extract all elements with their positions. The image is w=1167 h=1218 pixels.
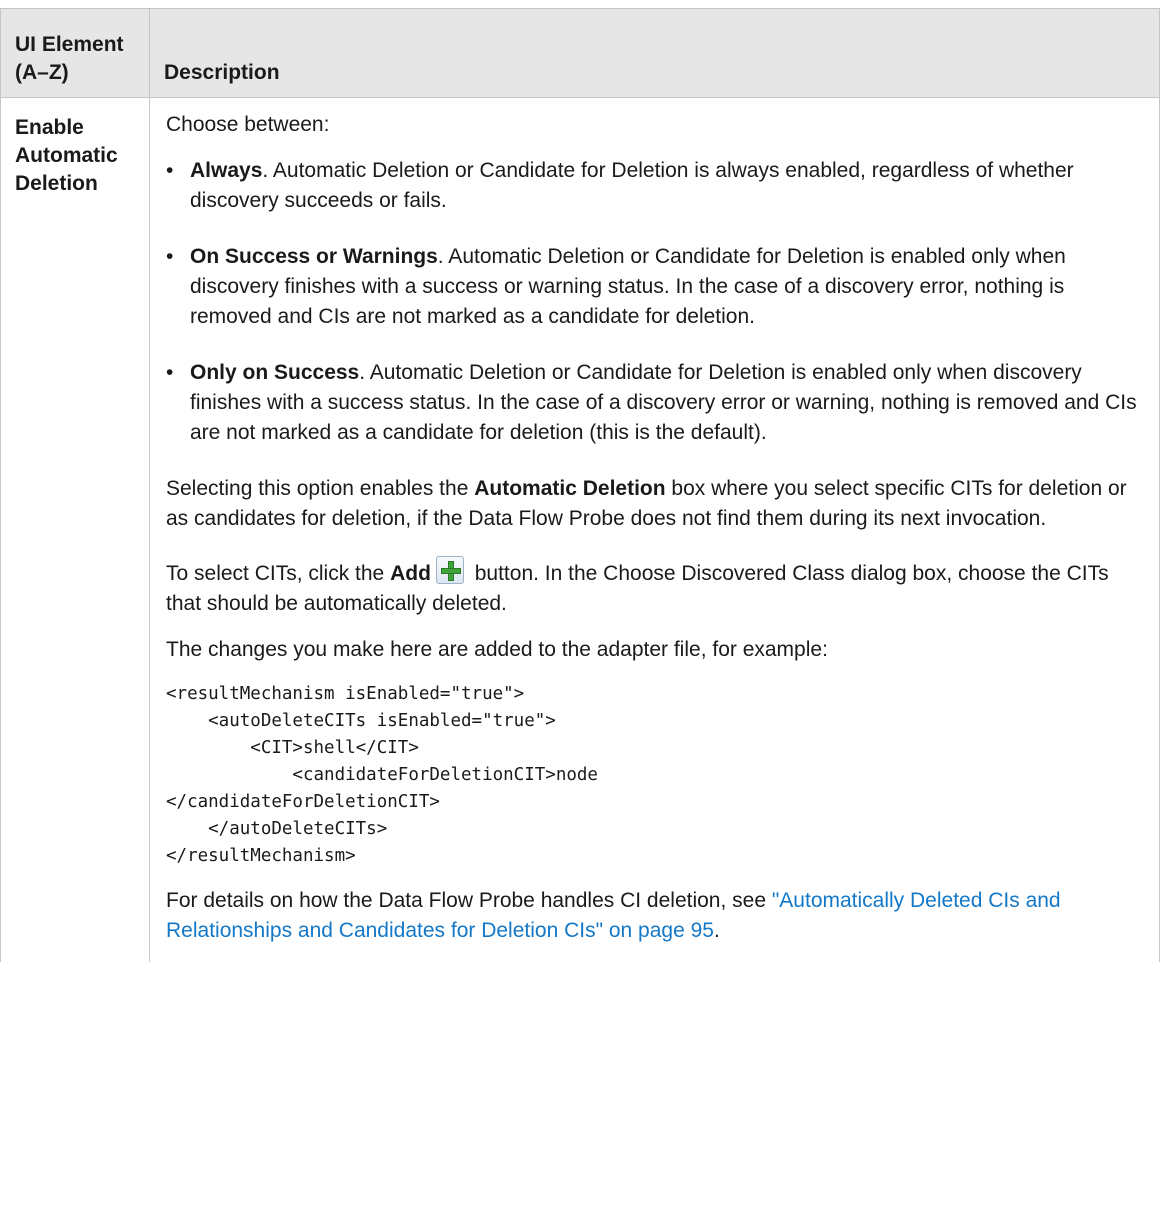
selecting-text: Selecting this option enables the: [166, 477, 475, 500]
add-bold: Add: [390, 562, 431, 585]
element-name: Enable Automatic Deletion: [15, 116, 118, 195]
table-row: Enable Automatic Deletion Choose between…: [0, 97, 1160, 962]
bullet-icon: •: [166, 361, 174, 384]
add-paragraph: To select CITs, click the Add button. In…: [166, 556, 1143, 619]
header-description: Description: [149, 8, 1160, 98]
add-icon: [435, 556, 464, 584]
bullet-icon: •: [166, 245, 174, 268]
intro-text: Choose between:: [166, 113, 330, 136]
bullet-icon: •: [166, 159, 174, 182]
list-item: • Only on Success. Automatic Deletion or…: [166, 358, 1143, 448]
ui-element-table: UI Element (A–Z) Description Enable Auto…: [0, 8, 1160, 962]
code-sample: <resultMechanism isEnabled="true"> <auto…: [166, 684, 598, 866]
option-term: Always: [190, 159, 263, 182]
option-term: On Success or Warnings: [190, 245, 438, 268]
header-ui-element: UI Element (A–Z): [0, 8, 150, 98]
details-text-post: .: [713, 919, 720, 942]
selecting-bold: Automatic Deletion: [474, 477, 666, 500]
selecting-paragraph: Selecting this option enables the Automa…: [166, 474, 1143, 534]
element-name-cell: Enable Automatic Deletion: [0, 97, 150, 962]
add-text: To select CITs, click the: [166, 562, 391, 585]
options-list: • Always. Automatic Deletion or Candidat…: [166, 156, 1143, 448]
option-text: . Automatic Deletion or Candidate for De…: [190, 159, 1074, 212]
description-cell: Choose between: • Always. Automatic Dele…: [149, 97, 1160, 962]
table-header-row: UI Element (A–Z) Description: [0, 8, 1160, 98]
list-item: • On Success or Warnings. Automatic Dele…: [166, 242, 1143, 332]
option-term: Only on Success: [190, 361, 360, 384]
details-paragraph: For details on how the Data Flow Probe h…: [166, 886, 1143, 946]
changes-paragraph: The changes you make here are added to t…: [166, 638, 828, 661]
list-item: • Always. Automatic Deletion or Candidat…: [166, 156, 1143, 216]
details-text: For details on how the Data Flow Probe h…: [166, 889, 772, 912]
